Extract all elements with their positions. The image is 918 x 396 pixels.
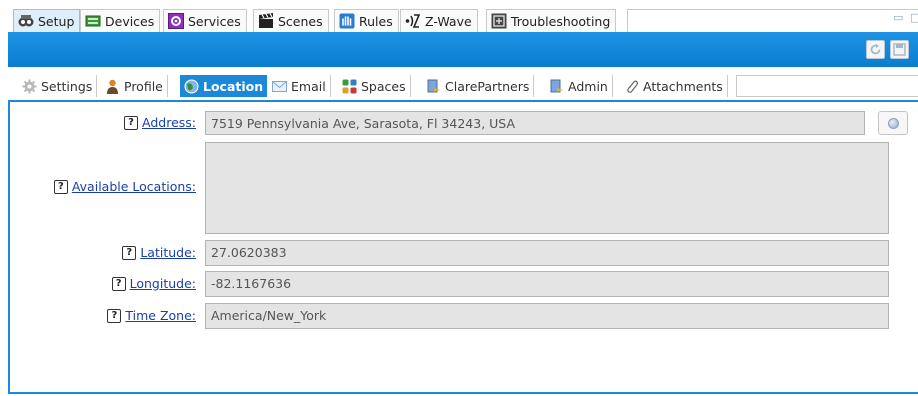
geocode-button[interactable] <box>878 111 908 135</box>
tab-label: Spaces <box>361 78 406 94</box>
tab-settings[interactable]: Settings <box>18 75 98 97</box>
tab-setup[interactable]: Setup <box>13 9 81 32</box>
toolbar <box>8 32 918 67</box>
tab-profile[interactable]: Profile <box>101 75 168 97</box>
time-zone-label-group: ? Time Zone: <box>107 308 196 323</box>
sub-tab-bar-filler <box>736 75 918 97</box>
latitude-label[interactable]: Latitude: <box>140 245 196 260</box>
tab-label: Services <box>188 13 241 29</box>
tab-label: Setup <box>38 13 75 29</box>
setup-icon <box>18 13 34 29</box>
longitude-label[interactable]: Longitude: <box>130 276 196 291</box>
help-icon[interactable]: ? <box>122 245 137 260</box>
tab-label: Location <box>203 78 264 94</box>
latitude-row: ? Latitude: 27.0620383 <box>10 240 918 266</box>
tab-label: Profile <box>124 78 163 94</box>
tab-devices[interactable]: Devices <box>80 9 161 32</box>
tab-attachments[interactable]: Attachments <box>620 75 728 97</box>
minimize-icon[interactable]: ▭ <box>893 11 903 24</box>
gear-icon <box>22 79 37 94</box>
available-locations-label-group: ? Available Locations: <box>53 179 196 194</box>
save-icon <box>893 43 906 56</box>
refresh-button[interactable] <box>866 40 885 59</box>
refresh-icon <box>870 44 881 55</box>
zwave-icon <box>405 13 421 29</box>
help-icon[interactable]: ? <box>107 308 122 323</box>
admin-icon <box>549 79 564 94</box>
globe-icon <box>888 118 899 129</box>
longitude-row: ? Longitude: -82.1167636 <box>10 271 918 297</box>
envelope-icon <box>272 79 287 94</box>
tab-label: Email <box>291 78 326 94</box>
address-field[interactable]: 7519 Pennsylvania Ave, Sarasota, Fl 3424… <box>205 111 865 135</box>
tab-location[interactable]: Location <box>180 75 268 97</box>
longitude-field[interactable]: -82.1167636 <box>205 271 889 297</box>
tab-email[interactable]: Email <box>268 75 331 97</box>
time-zone-field[interactable]: America/New_York <box>205 303 889 329</box>
location-form: ? Address: 7519 Pennsylvania Ave, Saraso… <box>8 100 918 394</box>
address-row: ? Address: 7519 Pennsylvania Ave, Saraso… <box>10 111 918 135</box>
tab-troubleshooting[interactable]: Troubleshooting <box>486 9 617 32</box>
time-zone-row: ? Time Zone: America/New_York <box>10 303 918 329</box>
tab-label: Scenes <box>278 13 323 29</box>
tab-services[interactable]: Services <box>163 9 247 32</box>
services-icon <box>168 13 184 29</box>
help-icon[interactable]: ? <box>53 179 68 194</box>
tab-label: Admin <box>568 78 608 94</box>
available-locations-list[interactable] <box>205 142 889 234</box>
rules-icon <box>339 13 355 29</box>
help-icon[interactable]: ? <box>111 276 126 291</box>
latitude-label-group: ? Latitude: <box>122 245 196 260</box>
available-locations-label[interactable]: Available Locations: <box>72 179 196 194</box>
paperclip-icon <box>624 79 639 94</box>
sub-tab-bar: Settings Profile Location Email Spaces C… <box>8 67 918 101</box>
tab-label: Z-Wave <box>425 13 472 29</box>
available-locations-row: ? Available Locations: <box>10 142 918 234</box>
person-icon <box>105 79 120 94</box>
save-button[interactable] <box>890 40 909 59</box>
longitude-label-group: ? Longitude: <box>111 276 196 291</box>
troubleshooting-icon <box>491 13 507 29</box>
devices-icon <box>85 13 101 29</box>
address-label-group: ? Address: <box>124 115 196 130</box>
tab-bar-filler <box>627 9 918 32</box>
tab-spaces[interactable]: Spaces <box>338 75 411 97</box>
tab-scenes[interactable]: Scenes <box>253 9 329 32</box>
tab-label: ClarePartners <box>445 78 530 94</box>
time-zone-label[interactable]: Time Zone: <box>125 308 196 323</box>
tab-label: Attachments <box>643 78 723 94</box>
spaces-icon <box>342 79 357 94</box>
partner-icon <box>426 79 441 94</box>
top-tab-bar: Setup Devices Services Scenes Rules Z-Wa… <box>0 0 918 32</box>
scenes-icon <box>258 13 274 29</box>
tab-zwave[interactable]: Z-Wave <box>400 9 478 32</box>
tab-label: Devices <box>105 13 155 29</box>
tab-label: Settings <box>41 78 93 94</box>
tab-label: Troubleshooting <box>511 13 611 29</box>
tab-clarepartners[interactable]: ClarePartners <box>422 75 535 97</box>
latitude-field[interactable]: 27.0620383 <box>205 240 889 266</box>
maximize-icon[interactable]: □ <box>910 11 918 24</box>
globe-icon <box>184 79 199 94</box>
tab-label: Rules <box>359 13 393 29</box>
tab-rules[interactable]: Rules <box>334 9 399 32</box>
help-icon[interactable]: ? <box>124 115 138 130</box>
address-label[interactable]: Address: <box>142 115 196 130</box>
tab-admin[interactable]: Admin <box>545 75 613 97</box>
